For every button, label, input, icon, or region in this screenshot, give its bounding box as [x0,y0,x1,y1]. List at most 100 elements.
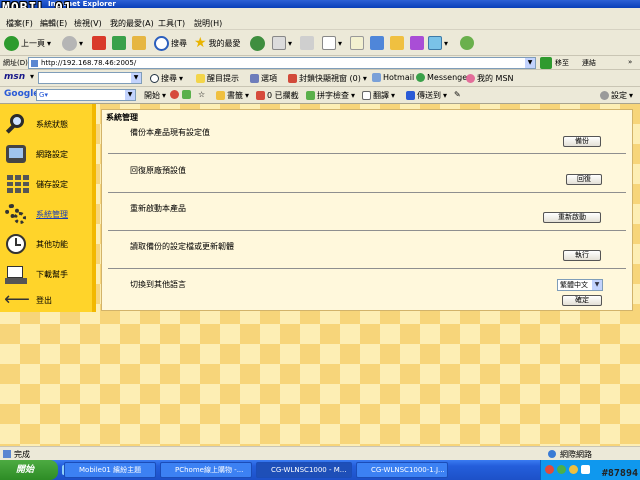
address-dropdown-icon[interactable]: ▼ [525,58,535,68]
folder-icon [370,36,384,50]
msn-search-button[interactable]: 搜尋 ▾ [150,73,183,84]
msn-logo: msn [4,72,26,82]
go-button[interactable]: 移至 [555,58,569,68]
google-input-dropdown-icon[interactable]: ▼ [125,90,135,100]
start-button[interactable]: 開始 [0,460,58,480]
tray-icon[interactable] [569,465,578,474]
menu-view[interactable]: 檢視(V) [74,18,102,29]
forward-button[interactable]: ▾ [62,34,83,52]
reboot-label: 重新啟動本產品 [130,204,186,213]
restore-defaults-label: 回復原廠預設值 [130,166,186,175]
msn-highlight-button[interactable]: 醒目提示 [196,73,239,84]
sidebar-item-network[interactable]: 網路設定 [4,140,94,168]
msn-input-dropdown-icon[interactable]: ▼ [131,73,141,83]
divider [108,230,626,231]
menu-file[interactable]: 檔案(F) [6,18,33,29]
media-button[interactable] [410,34,424,52]
google-logo: Google [4,89,40,99]
standard-toolbar: 上一頁 ▾ ▾ 搜尋 ★ 我的最愛 ▾ ▾ ▾ [0,30,640,56]
msn-search-input[interactable]: ▼ [38,72,142,84]
google-news-icon[interactable] [170,90,179,99]
print-button[interactable] [300,34,314,52]
sidebar-item-download[interactable]: 下載幫手 [4,260,94,288]
msn-options-button[interactable]: 選項 [250,73,277,84]
addon-button[interactable]: ▾ [428,34,448,52]
sidebar-item-other[interactable]: 其他功能 [4,230,94,258]
google-sendto-button[interactable]: 傳送到 ▾ [406,90,447,101]
google-star-icon[interactable]: ☆ [198,90,205,99]
home-button[interactable] [132,34,146,52]
tray-icon[interactable] [545,465,554,474]
magnifier-icon [4,112,28,136]
sidebar-item-storage[interactable]: 儲存設定 [4,170,94,198]
settings-icon [600,91,609,100]
links-label[interactable]: 連結 [582,58,596,68]
google-spellcheck-button[interactable]: 拼字檢查 ▾ [306,90,355,101]
volume-icon[interactable] [581,465,590,474]
reboot-button[interactable]: 重新啟動 [543,212,601,223]
msn-dropdown-icon[interactable]: ▾ [30,72,34,81]
sidebar-item-system-admin[interactable]: 系統管理 [4,200,94,228]
back-arrow-icon [4,35,19,51]
refresh-button[interactable] [112,34,126,52]
chevron-down-icon: ▼ [592,280,602,290]
my-msn-button[interactable]: 我的 MSN [466,73,514,84]
google-search-input[interactable]: G▾ ▼ [36,89,136,101]
task-cg-wlnsc1000-image[interactable]: CG-WLNSC1000-1.J... [356,462,448,478]
tray-icon[interactable] [557,465,566,474]
task-cg-wlnsc1000-browser[interactable]: CG-WLNSC1000 - M... [256,462,352,478]
divider [108,268,626,269]
edit-button[interactable]: ▾ [322,34,342,52]
stop-button[interactable] [92,34,106,52]
messenger-button[interactable]: Messenger [416,73,470,82]
msn-popup-blocker-button[interactable]: 封鎖快顯視窗 (0) ▾ [288,73,367,84]
menu-favorites[interactable]: 我的最愛(A) [110,18,154,29]
discuss-button[interactable] [350,34,364,52]
language-select[interactable]: 繁體中文 ▼ [557,279,603,291]
confirm-language-button[interactable]: 確定 [562,295,602,306]
sidebar-item-label: 其他功能 [36,239,68,249]
backup-label: 備份本產品現有設定值 [130,128,210,137]
google-start-button[interactable]: 開始 ▾ [144,90,166,101]
gears-icon [4,202,28,226]
search-button[interactable]: 搜尋 [154,34,187,52]
options-icon [250,74,259,83]
execute-button[interactable]: 執行 [563,250,601,261]
menu-help[interactable]: 說明(H) [194,18,222,29]
sidebar-item-logout[interactable]: ⟵ 登出 [4,286,94,314]
google-pagerank-icon[interactable] [182,90,191,99]
go-arrow-icon[interactable] [540,57,552,69]
task-mobile01[interactable]: Mobile01 繽紛主題 [64,462,156,478]
highlighter-pen-icon[interactable]: ✎ [454,90,461,99]
divider [108,153,626,154]
popup-blocker-icon [288,74,297,83]
back-button[interactable]: 上一頁 ▾ [4,34,51,52]
sidebar-item-label: 下載幫手 [36,269,68,279]
toolbar-expand-icon[interactable]: » [628,58,632,66]
language-label: 切換到其他語言 [130,280,186,289]
menu-tools[interactable]: 工具(T) [158,18,185,29]
messenger-tool-button[interactable] [370,34,384,52]
google-popups-blocked-button[interactable]: 0 已攔截 [256,90,299,101]
task-pchome[interactable]: PChome線上購物 -... [160,462,252,478]
google-bookmarks-button[interactable]: 書籤 ▾ [216,90,249,101]
status-bar: 完成 網際網路 [0,446,640,460]
mail-button[interactable]: ▾ [272,34,292,52]
backup-button[interactable]: 備份 [563,136,601,147]
hotmail-button[interactable]: Hotmail [372,73,414,82]
address-input[interactable]: http://192.168.78.46:2005/ ▼ [28,57,536,69]
forward-arrow-icon [62,35,77,51]
history-button[interactable] [250,34,265,52]
sidebar-item-system-status[interactable]: 系統狀態 [4,110,94,138]
search-icon [150,74,159,83]
google-translate-button[interactable]: 翻譯 ▾ [362,90,395,101]
favorites-button[interactable]: ★ 我的最愛 [194,34,241,52]
menu-edit[interactable]: 編輯(E) [40,18,67,29]
contacts-button[interactable] [460,34,474,52]
sendto-icon [406,91,415,100]
restore-button[interactable]: 回復 [566,174,602,185]
sidebar: 系統狀態 網路設定 儲存設定 系統管理 其他功能 下載幫手 ⟵ 登出 [0,104,96,312]
research-button[interactable] [390,34,404,52]
google-settings-button[interactable]: 設定 ▾ [600,90,633,101]
admin-panel: 系統管理 備份本產品現有設定值 備份 回復原廠預設值 回復 重新啟動本產品 重新… [101,109,633,311]
